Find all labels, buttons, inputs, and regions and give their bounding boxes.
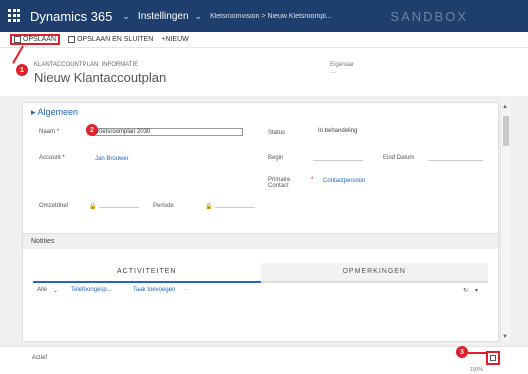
account-lookup[interactable]: Jan Brouwer	[95, 156, 129, 162]
app-brand[interactable]: Dynamics 365	[30, 9, 112, 24]
record-status: Actief	[32, 355, 48, 361]
status-value[interactable]: In behandeling	[318, 128, 357, 134]
save-button-label: OPSLAAN	[23, 36, 57, 43]
app-launcher-icon[interactable]	[8, 9, 22, 23]
step-badge-2: 2	[86, 124, 98, 136]
start-date-field[interactable]	[313, 160, 363, 161]
chevron-down-icon[interactable]: ⌄	[122, 11, 130, 22]
scroll-up-icon[interactable]: ▲	[502, 104, 508, 110]
form-card: ▸ Algemeen Naam * Kletsroomplan 2030 Sta…	[22, 102, 499, 342]
chevron-down-icon[interactable]: ⌄	[195, 11, 203, 22]
end-date-label: Eind Datum	[383, 155, 415, 161]
page-title: Nieuw Klantaccoutplan	[34, 70, 167, 85]
owner-label: Eigenaar	[330, 62, 355, 68]
new-button[interactable]: + NIEUW	[161, 36, 188, 43]
account-label: Account *	[39, 155, 65, 161]
name-label: Naam *	[39, 129, 60, 135]
primary-contact-lookup[interactable]: Contactpersoon	[323, 178, 365, 184]
save-close-label: OPSLAAN EN SLUITEN	[77, 36, 154, 43]
save-icon	[14, 36, 21, 43]
add-task-link[interactable]: Taak toevoegen	[133, 287, 175, 293]
step-badge-1: 1	[16, 64, 28, 76]
zoom-level: 100%	[470, 367, 483, 373]
name-input[interactable]: Kletsroomplan 2030	[93, 128, 243, 136]
refresh-icon[interactable]: ↻	[463, 287, 468, 294]
notes-section-bar: Notities	[23, 233, 498, 249]
lock-icon: 🔒	[89, 204, 97, 210]
entity-name: KLANTACCOUNTPLAN: INFORMATIE	[34, 62, 139, 68]
revenue-target-label: Omzetdoel	[39, 203, 69, 209]
notes-section-title: Notities	[31, 238, 55, 245]
tab-notes[interactable]: OPMERKINGEN	[260, 263, 488, 283]
chevron-down-icon[interactable]: ⌄	[53, 287, 58, 294]
step-badge-3: 3	[456, 346, 468, 358]
record-header: KLANTACCOUNTPLAN: INFORMATIE Nieuw Klant…	[0, 48, 528, 96]
owner-value[interactable]: ---	[330, 70, 336, 76]
save-icon	[490, 355, 496, 361]
environment-label: SANDBOX	[390, 8, 468, 24]
save-close-icon	[68, 36, 76, 43]
new-button-label: NIEUW	[165, 36, 189, 43]
required-marker: *	[311, 177, 314, 183]
scroll-thumb[interactable]	[503, 116, 509, 146]
form-scrollbar[interactable]: ▲ ▼	[500, 102, 510, 342]
status-label: Status	[268, 130, 286, 136]
period-field[interactable]	[215, 207, 255, 208]
lock-icon: 🔒	[205, 204, 213, 210]
timeline-tabs: ACTIVITEITEN OPMERKINGEN	[33, 263, 488, 283]
period-label: Periode	[153, 203, 174, 209]
save-button[interactable]: OPSLAAN	[10, 34, 61, 45]
section-title-general[interactable]: ▸ Algemeen	[31, 107, 78, 118]
end-date-field[interactable]	[428, 160, 483, 161]
more-icon[interactable]: ···	[183, 287, 189, 293]
form-footer: Actief 100%	[0, 346, 528, 374]
start-date-label: Begin	[268, 155, 284, 161]
tab-activities[interactable]: ACTIVITEITEN	[33, 263, 261, 283]
scroll-down-icon[interactable]: ▼	[502, 334, 508, 340]
add-phone-call-link[interactable]: Telefoongesp...	[71, 287, 112, 293]
command-bar: OPSLAAN OPSLAAN EN SLUITEN + NIEUW	[0, 32, 528, 48]
top-nav-bar: Dynamics 365 ⌄ Instellingen ⌄ Kletsroomv…	[0, 0, 528, 32]
breadcrumb[interactable]: Kletsroomvision > Nieuw Kletsroompl...	[210, 13, 332, 20]
save-and-close-button[interactable]: OPSLAAN EN SLUITEN	[68, 36, 153, 43]
activity-toolbar: Alle ⌄ Telefoongesp... Taak toevoegen ··…	[33, 287, 488, 297]
filter-icon[interactable]: ▾	[475, 287, 478, 294]
activity-filter[interactable]: Alle	[37, 287, 47, 293]
nav-area-settings[interactable]: Instellingen	[138, 11, 189, 22]
primary-contact-label: Primaire Contact	[268, 177, 291, 189]
step-arrow-3	[468, 352, 486, 354]
revenue-target-field[interactable]	[99, 207, 139, 208]
footer-save-button[interactable]	[486, 351, 500, 365]
